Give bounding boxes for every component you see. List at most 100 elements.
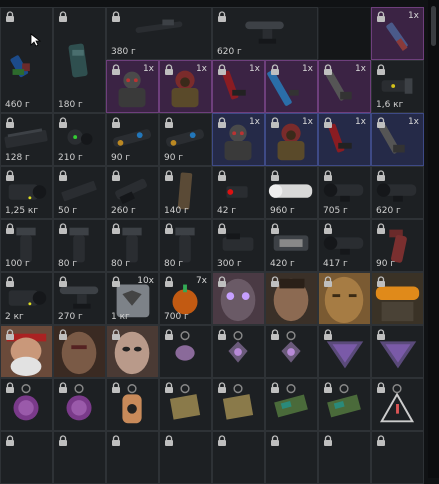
item-weight: 1 кг [111, 312, 130, 322]
inventory-slot[interactable] [106, 378, 159, 431]
inventory-slot[interactable] [212, 378, 265, 431]
item-count-badge: 1x [407, 117, 419, 127]
inventory-slot[interactable]: 1x [212, 60, 265, 113]
lock-icon [218, 329, 226, 340]
inventory-slot[interactable]: 80 г [159, 219, 212, 272]
inventory-slot[interactable]: 1x [371, 113, 424, 166]
lock-icon [218, 223, 226, 234]
lock-icon [218, 170, 226, 181]
inventory-slot[interactable]: 10x 1 кг [106, 272, 159, 325]
inventory-slot[interactable] [0, 325, 53, 378]
lock-icon [324, 117, 332, 128]
inventory-slot[interactable]: 7x 700 г [159, 272, 212, 325]
inventory-slot[interactable]: 1x [265, 113, 318, 166]
inventory-slot[interactable] [106, 325, 159, 378]
inventory-slot[interactable] [212, 272, 265, 325]
inventory-slot[interactable]: 1x [212, 113, 265, 166]
inventory-slot[interactable]: 90 г [159, 113, 212, 166]
lock-icon [59, 223, 67, 234]
inventory-slot[interactable] [318, 325, 371, 378]
inventory-scrollbar[interactable] [428, 0, 439, 478]
inventory-slot[interactable]: 620 г [371, 166, 424, 219]
inventory-slot[interactable]: 42 г [212, 166, 265, 219]
item-weight: 300 г [217, 259, 242, 269]
item-count-badge: 1x [301, 64, 313, 74]
item-count-badge: 1x [301, 117, 313, 127]
inventory-slot[interactable] [159, 378, 212, 431]
inventory-slot[interactable] [318, 431, 371, 484]
inventory-slot[interactable]: 380 г [106, 7, 212, 60]
inventory-slot[interactable] [318, 7, 371, 60]
inventory-slot[interactable]: 100 г [0, 219, 53, 272]
inventory-slot[interactable] [371, 325, 424, 378]
lock-icon [112, 435, 120, 446]
inventory-slot[interactable]: 460 г [0, 7, 53, 113]
inventory-slot[interactable]: 180 г [53, 7, 106, 113]
inventory-slot[interactable] [0, 378, 53, 431]
inventory-slot[interactable]: 1,6 кг [371, 60, 424, 113]
inventory-slot[interactable]: 2 кг [0, 272, 53, 325]
inventory-slot[interactable] [159, 325, 212, 378]
inventory-slot[interactable]: 90 г [371, 219, 424, 272]
item-weight: 1,6 кг [376, 100, 404, 110]
lock-icon [271, 223, 279, 234]
inventory-slot[interactable]: 80 г [106, 219, 159, 272]
inventory-slot[interactable]: 705 г [318, 166, 371, 219]
inventory-slot[interactable]: 80 г [53, 219, 106, 272]
item-weight: 700 г [164, 312, 189, 322]
inventory-slot[interactable]: 417 г [318, 219, 371, 272]
lock-icon [271, 64, 279, 75]
inventory-slot[interactable] [53, 431, 106, 484]
inventory-slot[interactable]: 50 г [53, 166, 106, 219]
inventory-slot[interactable]: 1,25 кг [0, 166, 53, 219]
inventory-slot[interactable]: 140 г [159, 166, 212, 219]
inventory-slot[interactable] [371, 378, 424, 431]
inventory-slot[interactable] [53, 378, 106, 431]
inventory-slot[interactable] [371, 272, 424, 325]
inventory-slot[interactable] [265, 378, 318, 431]
inventory-slot[interactable]: 960 г [265, 166, 318, 219]
inventory-slot[interactable] [265, 431, 318, 484]
lock-icon [112, 11, 120, 22]
inventory-slot[interactable]: 1x [371, 7, 424, 60]
inventory-slot[interactable]: 1x [159, 60, 212, 113]
inventory-slot[interactable] [53, 325, 106, 378]
lock-icon [324, 170, 332, 181]
inventory-slot[interactable] [212, 431, 265, 484]
inventory-slot[interactable] [265, 272, 318, 325]
tactical-rig-icon [10, 55, 30, 78]
lock-icon [165, 382, 173, 393]
inventory-slot[interactable]: 128 г [0, 113, 53, 166]
inventory-slot[interactable]: 210 г [53, 113, 106, 166]
inventory-slot[interactable]: 260 г [106, 166, 159, 219]
lock-icon [112, 117, 120, 128]
item-count-badge: 10x [137, 276, 154, 286]
lock-icon [165, 329, 173, 340]
inventory-slot[interactable]: 270 г [53, 272, 106, 325]
inventory-slot[interactable] [159, 431, 212, 484]
inventory-slot[interactable]: 1x [318, 60, 371, 113]
lock-icon [324, 64, 332, 75]
inventory-slot[interactable]: 1x [106, 60, 159, 113]
inventory-slot[interactable]: 420 г [265, 219, 318, 272]
scrollbar-thumb[interactable] [431, 6, 436, 46]
inventory-slot[interactable] [265, 325, 318, 378]
lock-icon [324, 223, 332, 234]
lock-icon [377, 276, 385, 287]
inventory-slot[interactable] [371, 431, 424, 484]
inventory-slot[interactable] [212, 325, 265, 378]
inventory-slot[interactable]: 1x [318, 113, 371, 166]
lock-icon [271, 382, 279, 393]
inventory-slot[interactable]: 620 г [212, 7, 318, 60]
inventory-slot[interactable]: 300 г [212, 219, 265, 272]
inventory-slot[interactable] [318, 272, 371, 325]
item-weight: 90 г [376, 259, 396, 269]
inventory-slot[interactable] [318, 378, 371, 431]
item-weight: 620 г [376, 206, 401, 216]
inventory-slot[interactable]: 1x [265, 60, 318, 113]
inventory-slot[interactable]: 90 г [106, 113, 159, 166]
item-weight: 80 г [164, 259, 184, 269]
inventory-slot[interactable] [0, 431, 53, 484]
lock-icon [59, 117, 67, 128]
inventory-slot[interactable] [106, 431, 159, 484]
